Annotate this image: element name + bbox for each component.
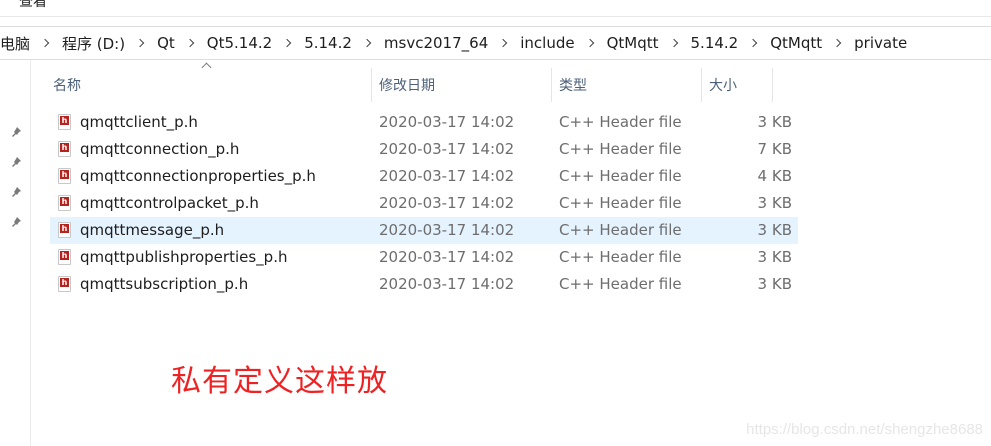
breadcrumb-item[interactable]: Qt5.14.2 — [199, 34, 280, 52]
file-row[interactable]: h qmqttmessage_p.h 2020-03-17 14:02 C++ Hea… — [50, 217, 798, 244]
column-header-type[interactable]: 类型 — [559, 75, 587, 95]
header-file-icon: h — [58, 141, 71, 157]
file-date: 2020-03-17 14:02 — [379, 167, 515, 185]
column-divider[interactable] — [371, 68, 372, 102]
file-icon-badge: h — [60, 278, 69, 287]
breadcrumb-item[interactable]: include — [512, 34, 582, 52]
file-type: C++ Header file — [559, 275, 682, 293]
file-row[interactable]: h qmqttclient_p.h 2020-03-17 14:02 C++ Head… — [50, 109, 798, 136]
ribbon: 查看 — [0, 0, 991, 17]
chevron-right-icon[interactable] — [585, 38, 594, 48]
breadcrumb-item[interactable]: Qt — [149, 34, 183, 52]
breadcrumb-item[interactable]: 5.14.2 — [296, 34, 360, 52]
file-name: qmqttpublishproperties_p.h — [80, 248, 288, 266]
file-icon-badge: h — [60, 170, 69, 179]
file-icon-badge: h — [60, 143, 69, 152]
column-divider[interactable] — [551, 68, 552, 102]
header-file-icon: h — [58, 222, 71, 238]
breadcrumb-item[interactable]: private — [846, 34, 915, 52]
file-size: 3 KB — [757, 113, 792, 131]
file-size: 3 KB — [757, 248, 792, 266]
breadcrumb-item[interactable]: QtMqtt — [599, 34, 667, 52]
column-header-size[interactable]: 大小 — [709, 75, 737, 95]
breadcrumb: 电脑 程序 (D:) Qt Qt5.14.2 5.14.2 msvc2017_64 incl… — [0, 33, 915, 54]
chevron-right-icon[interactable] — [135, 38, 145, 48]
file-size: 3 KB — [757, 221, 792, 239]
file-type: C++ Header file — [559, 221, 682, 239]
sort-ascending-icon — [201, 62, 212, 73]
chevron-right-icon[interactable] — [498, 38, 508, 48]
file-type: C++ Header file — [559, 140, 682, 158]
chevron-right-icon[interactable] — [748, 38, 758, 48]
file-type: C++ Header file — [559, 194, 682, 212]
file-date: 2020-03-17 14:02 — [379, 140, 515, 158]
breadcrumb-item[interactable]: 电脑 — [0, 33, 38, 54]
chevron-right-icon[interactable] — [185, 38, 195, 48]
pin-icon — [12, 127, 21, 137]
file-name: qmqttconnectionproperties_p.h — [80, 167, 316, 185]
file-name: qmqttcontrolpacket_p.h — [80, 194, 259, 212]
file-date: 2020-03-17 14:02 — [379, 194, 515, 212]
file-date: 2020-03-17 14:02 — [379, 113, 515, 131]
breadcrumb-item[interactable]: 5.14.2 — [683, 34, 747, 52]
file-icon-badge: h — [60, 197, 69, 206]
file-row[interactable]: h qmqttconnection_p.h 2020-03-17 14:02 C++ … — [50, 136, 798, 163]
file-row[interactable]: h qmqttconnectionproperties_p.h 2020-03-17… — [50, 163, 798, 190]
file-icon-badge: h — [60, 251, 69, 260]
file-name: qmqttconnection_p.h — [80, 140, 240, 158]
ribbon-tab-view[interactable]: 查看 — [19, 0, 47, 11]
file-explorer-window: 查看 电脑 程序 (D:) Qt Qt5.14.2 5.14.2 msvc2017_64 i… — [0, 0, 991, 446]
file-size: 3 KB — [757, 194, 792, 212]
breadcrumb-item[interactable]: QtMqtt — [762, 34, 830, 52]
file-type: C++ Header file — [559, 248, 682, 266]
file-row[interactable]: h qmqttsubscription_p.h 2020-03-17 14:02 C+… — [50, 271, 798, 298]
file-date: 2020-03-17 14:02 — [379, 248, 515, 266]
file-type: C++ Header file — [559, 113, 682, 131]
file-row[interactable]: h qmqttpublishproperties_p.h 2020-03-17 14… — [50, 244, 798, 271]
header-file-icon: h — [58, 114, 71, 130]
pin-icon — [12, 217, 21, 227]
address-bar[interactable]: 电脑 程序 (D:) Qt Qt5.14.2 5.14.2 msvc2017_64 incl… — [0, 26, 991, 60]
chevron-right-icon[interactable] — [40, 38, 50, 48]
chevron-right-icon[interactable] — [832, 38, 842, 48]
file-size: 3 KB — [757, 275, 792, 293]
pin-icon — [12, 157, 21, 167]
watermark: https://blog.csdn.net/shengzhe8688 — [746, 421, 983, 438]
chevron-right-icon[interactable] — [362, 38, 372, 48]
header-file-icon: h — [58, 195, 71, 211]
file-icon-badge: h — [60, 224, 69, 233]
file-date: 2020-03-17 14:02 — [379, 221, 515, 239]
file-list: h qmqttclient_p.h 2020-03-17 14:02 C++ Head… — [50, 109, 798, 298]
breadcrumb-item[interactable]: 程序 (D:) — [54, 33, 133, 54]
file-size: 4 KB — [757, 167, 792, 185]
annotation-text: 私有定义这样放 — [171, 364, 388, 399]
breadcrumb-item[interactable]: msvc2017_64 — [376, 34, 496, 52]
column-header-name[interactable]: 名称 — [53, 75, 81, 95]
column-divider[interactable] — [772, 68, 773, 102]
pin-icon — [12, 187, 21, 197]
file-icon-badge: h — [60, 116, 69, 125]
header-file-icon: h — [58, 249, 71, 265]
file-name: qmqttmessage_p.h — [80, 221, 225, 239]
column-header-row: 名称 修改日期 类型 大小 — [31, 60, 991, 110]
column-divider[interactable] — [701, 68, 702, 102]
file-type: C++ Header file — [559, 167, 682, 185]
chevron-right-icon[interactable] — [282, 38, 292, 48]
chevron-right-icon[interactable] — [669, 38, 678, 48]
file-size: 7 KB — [757, 140, 792, 158]
file-date: 2020-03-17 14:02 — [379, 275, 515, 293]
file-name: qmqttclient_p.h — [80, 113, 198, 131]
file-row[interactable]: h qmqttcontrolpacket_p.h 2020-03-17 14:02 C… — [50, 190, 798, 217]
header-file-icon: h — [58, 168, 71, 184]
column-header-date[interactable]: 修改日期 — [379, 75, 435, 95]
file-name: qmqttsubscription_p.h — [80, 275, 249, 293]
navigation-pane — [0, 60, 31, 446]
header-file-icon: h — [58, 276, 71, 292]
